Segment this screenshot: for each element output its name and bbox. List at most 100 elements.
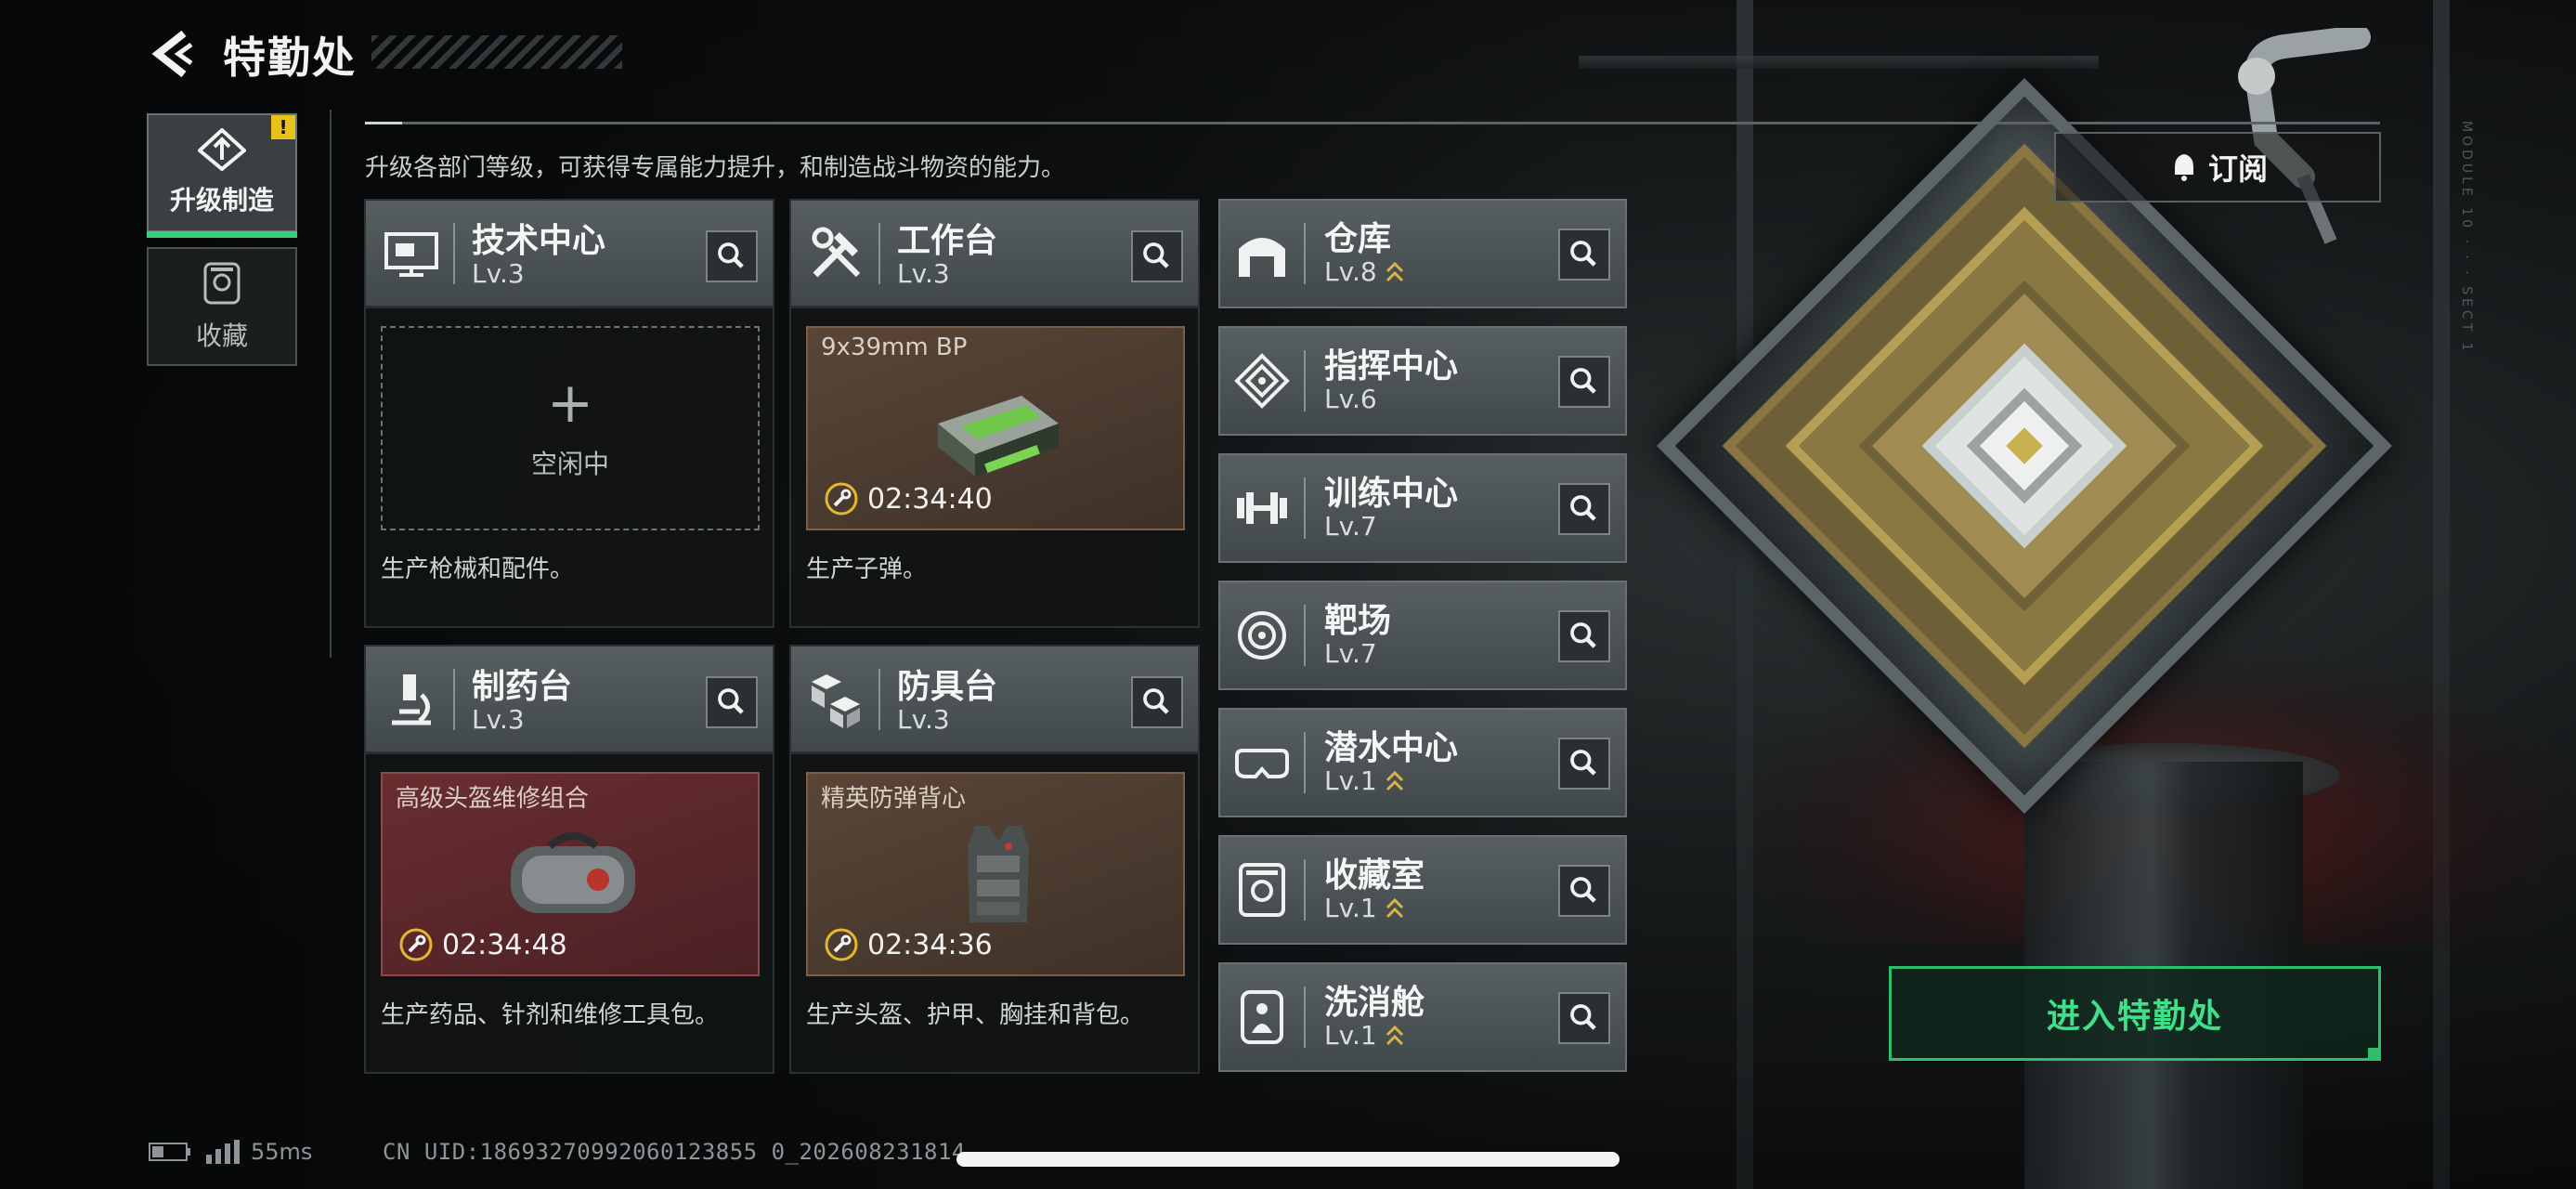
dept-level: Lv.3 bbox=[897, 704, 950, 735]
dept-card-pharmacy[interactable]: 制药台 Lv.3 高级头盔维修组合 02:34:48 生产药品、针剂和维修工具包… bbox=[364, 645, 774, 1074]
wrench-timer-icon bbox=[825, 928, 858, 961]
search-button[interactable] bbox=[1558, 738, 1610, 790]
dept-level: Lv.3 bbox=[472, 258, 525, 289]
dept-level: Lv.3 bbox=[897, 258, 950, 289]
dept-card-shooting-range[interactable]: 靶场 Lv.7 bbox=[1218, 581, 1627, 690]
production-slot[interactable]: 高级头盔维修组合 02:34:48 bbox=[381, 772, 760, 976]
dept-card-collection-room[interactable]: 收藏室 Lv.1 bbox=[1218, 835, 1627, 945]
scene-beam bbox=[2433, 0, 2450, 1189]
search-button[interactable] bbox=[1558, 483, 1610, 535]
signal-icon bbox=[206, 1140, 240, 1164]
page-title: 特勤处 bbox=[223, 33, 357, 83]
ping-value: 55ms bbox=[251, 1139, 313, 1165]
dept-card-workbench[interactable]: 工作台 Lv.3 9x39mm BP 02:34:40 生产子弹。 bbox=[789, 199, 1200, 628]
goggles-icon bbox=[1235, 749, 1289, 778]
production-timer: 02:34:40 bbox=[867, 482, 993, 516]
upgrade-chevron-icon bbox=[1386, 1025, 1403, 1045]
search-icon bbox=[1570, 622, 1596, 648]
search-button[interactable] bbox=[1558, 865, 1610, 917]
armor-blocks-icon bbox=[812, 674, 860, 728]
dept-level: Lv.3 bbox=[472, 704, 525, 735]
dept-name: 仓库 bbox=[1324, 220, 1392, 258]
upgrade-chevron-icon bbox=[1386, 897, 1403, 918]
vault-icon bbox=[203, 262, 241, 305]
product-name: 高级头盔维修组合 bbox=[396, 785, 590, 813]
search-icon bbox=[1570, 495, 1596, 521]
back-arrow-icon[interactable] bbox=[147, 26, 202, 82]
search-icon bbox=[1143, 688, 1169, 714]
dept-level: Lv.8 bbox=[1324, 256, 1377, 287]
dumbbell-icon bbox=[1237, 492, 1287, 524]
enter-special-ops-button[interactable]: 进入特勤处 bbox=[1889, 966, 2381, 1061]
tab-collection[interactable]: 收藏 bbox=[147, 247, 297, 366]
search-icon bbox=[1570, 368, 1596, 394]
search-button[interactable] bbox=[1131, 676, 1183, 728]
product-name: 9x39mm BP bbox=[821, 333, 968, 361]
search-button[interactable] bbox=[1558, 992, 1610, 1044]
warning-badge: ! bbox=[271, 115, 295, 139]
tab-label: 升级制造 bbox=[169, 185, 274, 216]
dept-description: 生产药品、针剂和维修工具包。 bbox=[381, 1001, 720, 1029]
production-slot[interactable]: 精英防弹背心 02:34:36 bbox=[806, 772, 1185, 976]
upgrade-chevron-icon bbox=[1386, 261, 1403, 281]
search-icon bbox=[1143, 242, 1169, 268]
wrench-timer-icon bbox=[399, 928, 433, 961]
subscribe-button[interactable]: 订阅 bbox=[2054, 132, 2381, 203]
scene-beam bbox=[1579, 56, 2099, 69]
subscribe-label: 订阅 bbox=[2207, 151, 2268, 187]
home-indicator[interactable] bbox=[956, 1152, 1620, 1167]
search-icon bbox=[1570, 241, 1596, 267]
production-timer: 02:34:36 bbox=[867, 928, 993, 961]
dept-card-diving-center[interactable]: 潜水中心 Lv.1 bbox=[1218, 708, 1627, 817]
search-icon bbox=[1570, 750, 1596, 776]
side-divider bbox=[330, 110, 332, 658]
dept-level: Lv.7 bbox=[1324, 638, 1377, 669]
title-decoration bbox=[371, 35, 622, 69]
search-button[interactable] bbox=[706, 676, 758, 728]
page-subtitle: 升级各部门等级，可获得专属能力提升，和制造战斗物资的能力。 bbox=[365, 154, 1066, 182]
dept-card-warehouse[interactable]: 仓库 Lv.8 bbox=[1218, 199, 1627, 308]
search-button[interactable] bbox=[706, 230, 758, 282]
warehouse-icon bbox=[1239, 238, 1285, 277]
dept-name: 洗消舱 bbox=[1324, 984, 1425, 1022]
production-slot[interactable]: 9x39mm BP 02:34:40 bbox=[806, 326, 1185, 530]
dept-level: Lv.1 bbox=[1324, 1020, 1377, 1051]
production-timer: 02:34:48 bbox=[442, 928, 567, 961]
vest-icon bbox=[968, 826, 1029, 922]
search-icon bbox=[718, 688, 744, 714]
dept-level: Lv.1 bbox=[1324, 893, 1377, 923]
search-button[interactable] bbox=[1558, 610, 1610, 662]
search-button[interactable] bbox=[1131, 230, 1183, 282]
user-uid: CN UID:18693270992060123855 0_2026082318… bbox=[383, 1139, 966, 1165]
ammo-box-icon bbox=[938, 396, 1059, 477]
search-icon bbox=[1570, 877, 1596, 903]
tab-upgrade-craft[interactable]: ! 升级制造 bbox=[147, 113, 297, 238]
dept-name: 工作台 bbox=[897, 222, 998, 260]
dept-description: 生产枪械和配件。 bbox=[381, 555, 575, 583]
battery-icon bbox=[149, 1143, 190, 1161]
dept-description: 生产头盔、护甲、胸挂和背包。 bbox=[806, 1001, 1145, 1029]
dept-card-tech-center[interactable]: 技术中心 Lv.3 + 空闲中 生产枪械和配件。 bbox=[364, 199, 774, 628]
tools-icon bbox=[812, 227, 861, 278]
search-button[interactable] bbox=[1558, 356, 1610, 408]
target-icon bbox=[1238, 611, 1286, 660]
monitor-icon bbox=[384, 232, 438, 277]
chip-icon bbox=[1234, 353, 1290, 409]
upgrade-diamond-icon bbox=[198, 128, 246, 171]
dept-level: Lv.1 bbox=[1324, 765, 1377, 796]
dept-card-command-center[interactable]: 指挥中心 Lv.6 bbox=[1218, 326, 1627, 436]
dept-name: 制药台 bbox=[472, 668, 573, 706]
upgrade-chevron-icon bbox=[1386, 770, 1403, 790]
search-button[interactable] bbox=[1558, 229, 1610, 281]
dept-name: 技术中心 bbox=[472, 222, 606, 260]
dept-name: 指挥中心 bbox=[1324, 347, 1459, 385]
header-divider-accent bbox=[365, 122, 402, 124]
production-slot-idle[interactable]: + 空闲中 bbox=[381, 326, 760, 530]
dept-name: 靶场 bbox=[1324, 602, 1392, 640]
dept-card-decon-pod[interactable]: 洗消舱 Lv.1 bbox=[1218, 962, 1627, 1072]
dept-card-training-center[interactable]: 训练中心 Lv.7 bbox=[1218, 453, 1627, 563]
dept-name: 收藏室 bbox=[1324, 856, 1425, 895]
vault-icon bbox=[1239, 863, 1285, 917]
dept-name: 防具台 bbox=[897, 668, 998, 706]
dept-card-armor-bench[interactable]: 防具台 Lv.3 精英防弹背心 02:34:36 生产头盔、护甲、胸挂和背包。 bbox=[789, 645, 1200, 1074]
